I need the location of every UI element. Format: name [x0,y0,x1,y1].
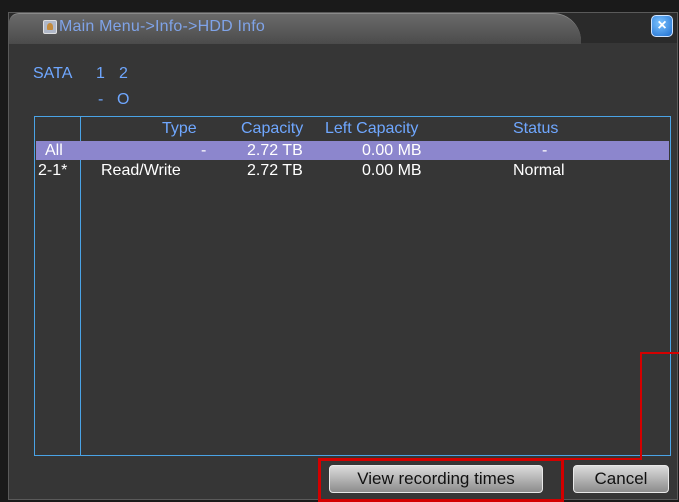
annotation-line-vertical [640,352,642,460]
header-type: Type [162,120,197,137]
row-capacity: 2.72 TB [247,162,303,179]
user-icon [43,20,57,34]
title-bar: Main Menu->Info->HDD Info × [9,13,677,44]
window-title: Main Menu->Info->HDD Info [59,18,265,35]
header-left-capacity: Left Capacity [325,120,419,137]
sata-port-1: 1 [96,65,105,82]
annotation-line-connector [562,458,642,460]
row-status: - [542,142,548,159]
sata-port-2-state: O [117,91,130,108]
cancel-button[interactable]: Cancel [573,465,669,493]
close-button[interactable]: × [651,15,673,37]
title-tab: Main Menu->Info->HDD Info [9,13,581,44]
row-status: Normal [513,162,565,179]
table-row-all[interactable]: All - 2.72 TB 0.00 MB - [36,141,669,160]
sata-label: SATA [33,65,73,82]
row-id: All [45,142,63,159]
annotation-line-horizontal [640,352,679,354]
header-status: Status [513,120,559,137]
row-id: 2-1* [38,162,68,179]
sata-port-2: 2 [119,65,128,82]
annotation-highlight-box [318,458,564,502]
row-type: - [201,142,207,159]
row-left-capacity: 0.00 MB [362,162,422,179]
sata-port-1-state: - [98,91,104,108]
row-type: Read/Write [101,162,181,179]
header-capacity: Capacity [241,120,304,137]
hdd-table: Type Capacity Left Capacity Status All -… [34,116,671,456]
table-row-2-1[interactable]: 2-1* Read/Write 2.72 TB 0.00 MB Normal [36,161,669,180]
hdd-info-dialog: Main Menu->Info->HDD Info × SATA 1 2 - O… [8,12,678,500]
row-capacity: 2.72 TB [247,142,303,159]
row-left-capacity: 0.00 MB [362,142,422,159]
